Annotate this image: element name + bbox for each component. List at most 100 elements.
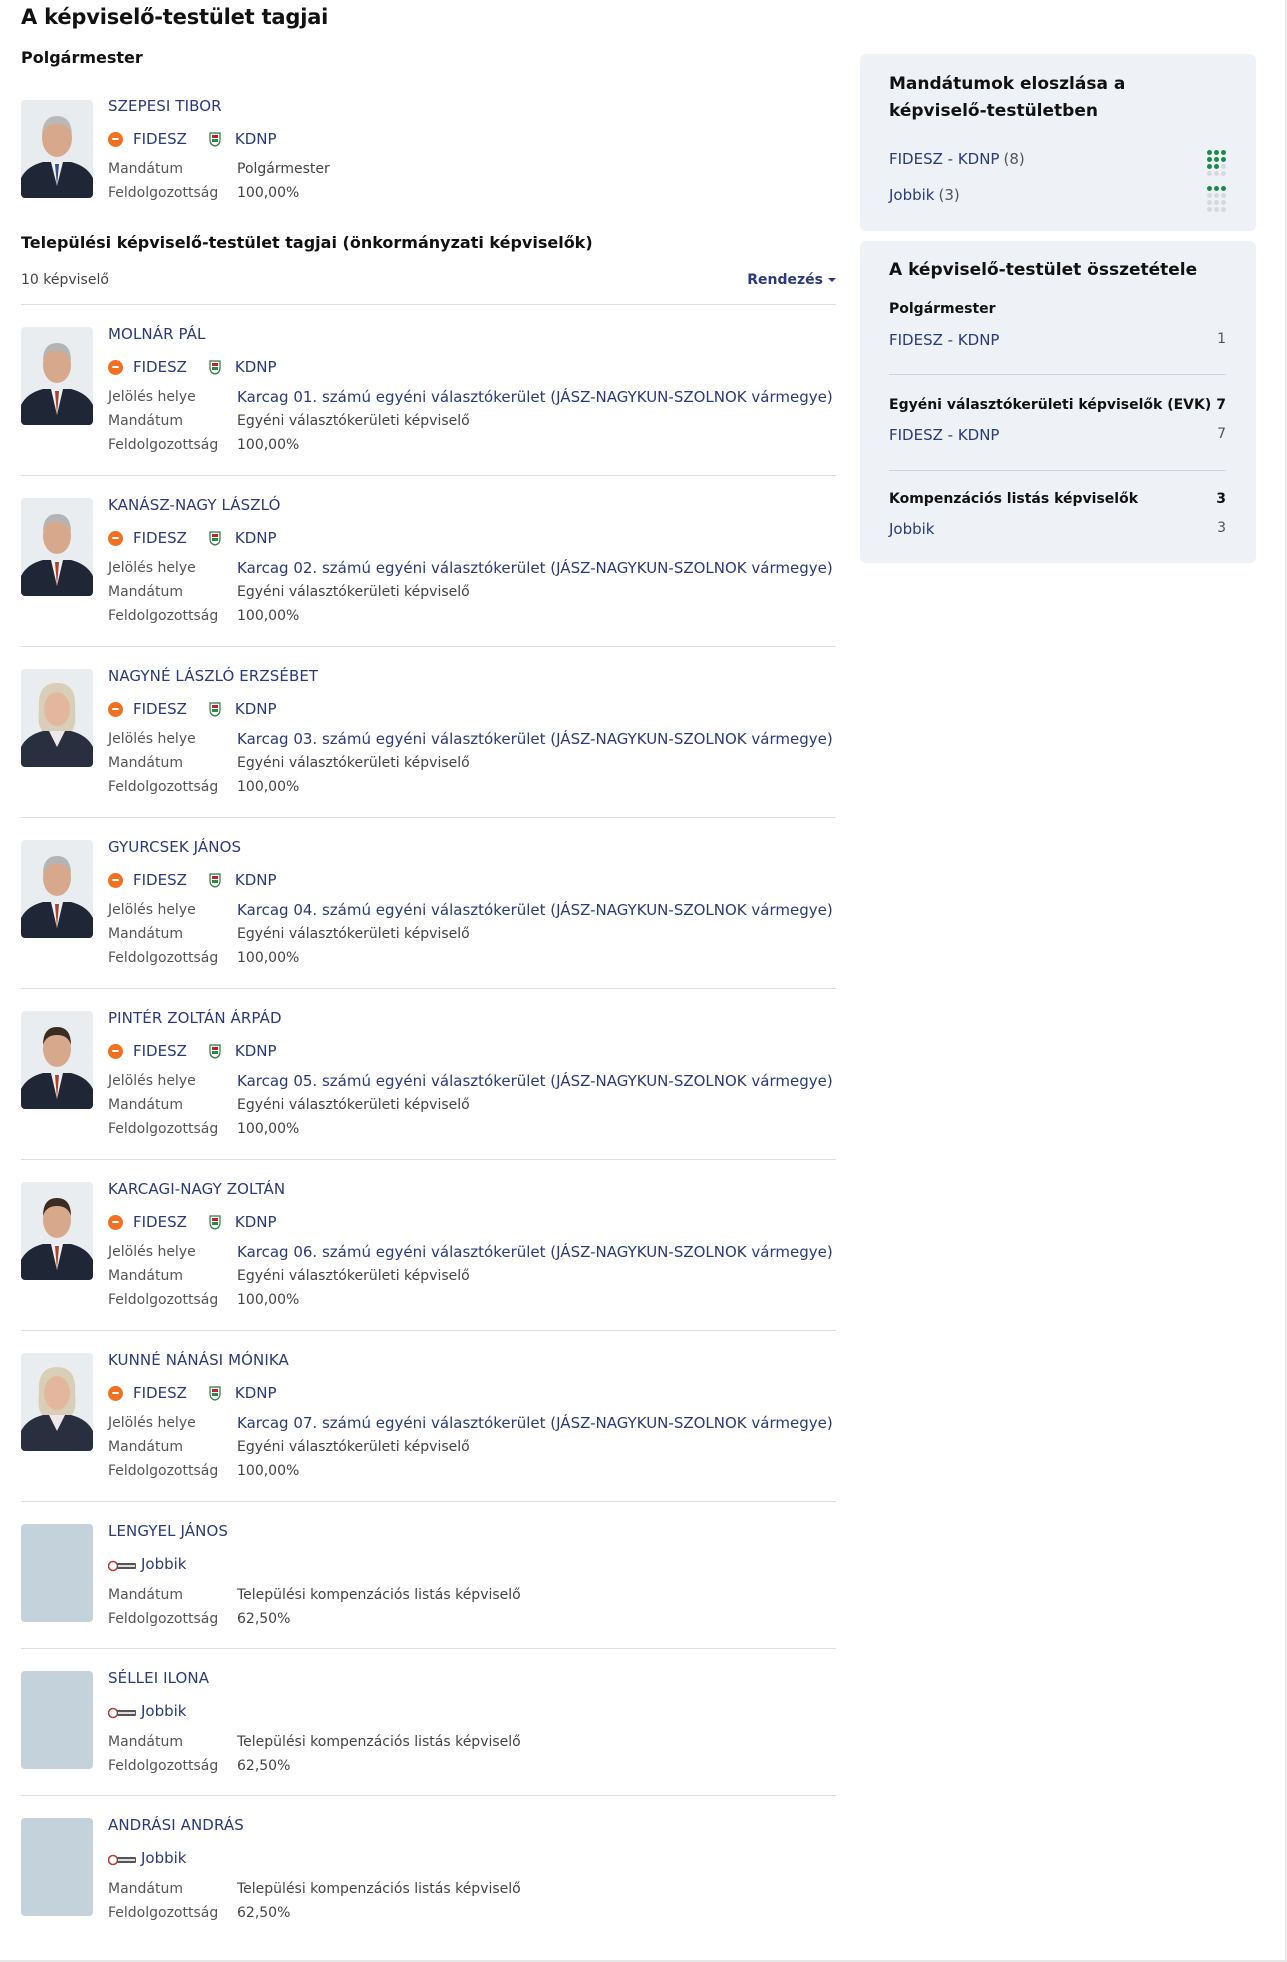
- page-title: A képviselő-testület tagjai: [21, 5, 329, 29]
- nomination-row: Jelölés helye Karcag 03. számú egyéni vál…: [108, 727, 833, 751]
- sort-dropdown[interactable]: Rendezés: [747, 272, 836, 288]
- party-link[interactable]: FIDESZ - KDNP: [889, 331, 999, 349]
- nomination-label: Jelölés helye: [108, 389, 196, 405]
- composition-card: A képviselő-testület összetétele Polgárm…: [860, 241, 1256, 563]
- avatar[interactable]: [21, 327, 93, 425]
- member-card: ANDRÁSI ANDRÁS Jobbik Mandátum Települési k…: [21, 1796, 836, 1943]
- party-fidesz[interactable]: FIDESZ: [108, 700, 187, 718]
- avatar[interactable]: [21, 1524, 93, 1622]
- member-name[interactable]: SZEPESI TIBOR: [108, 97, 222, 115]
- avatar[interactable]: [21, 1818, 93, 1916]
- man-portrait-icon: [21, 1011, 93, 1109]
- nomination-link[interactable]: Karcag 07. számú egyéni választókerület …: [237, 1411, 833, 1435]
- party-fidesz[interactable]: FIDESZ: [108, 1384, 187, 1402]
- party-jobbik[interactable]: Jobbik: [107, 1702, 187, 1720]
- member-card: MOLNÁR PÁL FIDESZ KDNP Jelölés helye Karcag …: [21, 305, 836, 476]
- party-link[interactable]: FIDESZ - KDNP: [889, 426, 999, 444]
- nomination-link[interactable]: Karcag 02. számú egyéni választókerület …: [237, 556, 833, 580]
- mandate-row: Mandátum Települési kompenzációs listás k…: [108, 1730, 521, 1754]
- party-label: FIDESZ: [133, 1042, 187, 1060]
- member-name[interactable]: ANDRÁSI ANDRÁS: [108, 1816, 244, 1834]
- mandate-row: Mandátum Egyéni választókerületi képvisel…: [108, 751, 833, 775]
- kdnp-logo-icon: [209, 1214, 221, 1230]
- processed-label: Feldolgozottság: [108, 779, 219, 795]
- distribution-row[interactable]: FIDESZ - KDNP (8): [889, 150, 1226, 176]
- party-kdnp[interactable]: KDNP: [209, 700, 277, 718]
- party-kdnp[interactable]: KDNP: [209, 1042, 277, 1060]
- member-name[interactable]: GYURCSEK JÁNOS: [108, 838, 241, 856]
- party-fidesz[interactable]: FIDESZ: [108, 1213, 187, 1231]
- processed-label: Feldolgozottság: [108, 1292, 219, 1308]
- processed-value: 100,00%: [237, 1463, 300, 1479]
- processed-label: Feldolgozottság: [108, 1611, 219, 1627]
- avatar[interactable]: [21, 100, 93, 198]
- kdnp-logo-icon: [209, 131, 221, 147]
- nomination-link[interactable]: Karcag 06. számú egyéni választókerület …: [237, 1240, 833, 1264]
- processed-value: 100,00%: [237, 779, 300, 795]
- seat-dot: [1214, 157, 1219, 162]
- nomination-link[interactable]: Karcag 03. számú egyéni választókerület …: [237, 727, 833, 751]
- jobbik-logo-icon: [107, 1558, 137, 1572]
- nomination-link[interactable]: Karcag 05. számú egyéni választókerület …: [237, 1069, 833, 1093]
- member-name[interactable]: KUNNÉ NÁNÁSI MÓNIKA: [108, 1351, 289, 1369]
- party-fidesz[interactable]: FIDESZ: [108, 358, 187, 376]
- nomination-label: Jelölés helye: [108, 731, 196, 747]
- party-kdnp[interactable]: KDNP: [209, 358, 277, 376]
- party-kdnp[interactable]: KDNP: [209, 130, 277, 148]
- mayor-card: SZEPESI TIBOR FIDESZ KDNP Mandátum Polgá…: [21, 97, 836, 201]
- kdnp-logo-icon: [209, 359, 221, 375]
- mandate-label: Mandátum: [108, 1439, 183, 1455]
- party-link[interactable]: Jobbik: [889, 520, 935, 538]
- member-name[interactable]: PINTÉR ZOLTÁN ÁRPÁD: [108, 1009, 282, 1027]
- party-kdnp[interactable]: KDNP: [209, 529, 277, 547]
- woman-portrait-icon: [21, 1353, 93, 1451]
- party-fidesz[interactable]: FIDESZ: [108, 130, 187, 148]
- seat-dot: [1207, 164, 1212, 169]
- party-fidesz[interactable]: FIDESZ: [108, 1042, 187, 1060]
- card-title: Mandátumok eloszlása a képviselő-testüle…: [889, 74, 1126, 121]
- member-details: Jelölés helye Karcag 03. számú egyéni vál…: [108, 727, 833, 799]
- nomination-link[interactable]: Karcag 04. számú egyéni választókerület …: [237, 898, 833, 922]
- party-kdnp[interactable]: KDNP: [209, 1384, 277, 1402]
- composition-group-heading: Egyéni választókerületi képviselők (EVK)…: [889, 397, 1226, 413]
- processed-row: Feldolgozottság 100,00%: [108, 775, 833, 799]
- party-kdnp[interactable]: KDNP: [209, 871, 277, 889]
- processed-value: 100,00%: [237, 1121, 300, 1137]
- party-kdnp[interactable]: KDNP: [209, 1213, 277, 1231]
- avatar[interactable]: [21, 669, 93, 767]
- nomination-link[interactable]: Karcag 01. számú egyéni választókerület …: [237, 385, 833, 409]
- party-list: FIDESZ KDNP: [108, 129, 299, 149]
- man-portrait-icon: [21, 1182, 93, 1280]
- member-name[interactable]: SÉLLEI ILONA: [108, 1669, 209, 1687]
- avatar[interactable]: [21, 498, 93, 596]
- party-label: KDNP: [234, 130, 277, 148]
- processed-row: Feldolgozottság 100,00%: [108, 1117, 833, 1141]
- avatar[interactable]: [21, 1011, 93, 1109]
- party-fidesz[interactable]: FIDESZ: [108, 871, 187, 889]
- avatar[interactable]: [21, 840, 93, 938]
- member-name[interactable]: KARCAGI-NAGY ZOLTÁN: [108, 1180, 285, 1198]
- member-count: 10 képviselő: [21, 272, 109, 288]
- avatar[interactable]: [21, 1353, 93, 1451]
- party-label: FIDESZ - KDNP: [889, 150, 1000, 168]
- member-details: Mandátum Települési kompenzációs listás k…: [108, 1730, 521, 1778]
- seat-dot: [1207, 171, 1212, 176]
- composition-row[interactable]: FIDESZ - KDNP 7: [889, 426, 1226, 444]
- avatar[interactable]: [21, 1182, 93, 1280]
- processed-row: Feldolgozottság 100,00%: [108, 433, 833, 457]
- seat-dot: [1221, 207, 1226, 212]
- composition-row[interactable]: FIDESZ - KDNP 1: [889, 331, 1226, 349]
- party-jobbik[interactable]: Jobbik: [107, 1849, 187, 1867]
- party-fidesz[interactable]: FIDESZ: [108, 529, 187, 547]
- member-name[interactable]: NAGYNÉ LÁSZLÓ ERZSÉBET: [108, 667, 318, 685]
- member-name[interactable]: KANÁSZ-NAGY LÁSZLÓ: [108, 496, 280, 514]
- member-name[interactable]: MOLNÁR PÁL: [108, 325, 205, 343]
- party-jobbik[interactable]: Jobbik: [107, 1555, 187, 1573]
- seat-dot: [1207, 207, 1212, 212]
- member-name[interactable]: LENGYEL JÁNOS: [108, 1522, 228, 1540]
- distribution-row[interactable]: Jobbik (3): [889, 186, 1226, 212]
- seat-dot: [1221, 200, 1226, 205]
- composition-row[interactable]: Jobbik 3: [889, 520, 1226, 538]
- member-card: SÉLLEI ILONA Jobbik Mandátum Települési kom…: [21, 1649, 836, 1796]
- avatar[interactable]: [21, 1671, 93, 1769]
